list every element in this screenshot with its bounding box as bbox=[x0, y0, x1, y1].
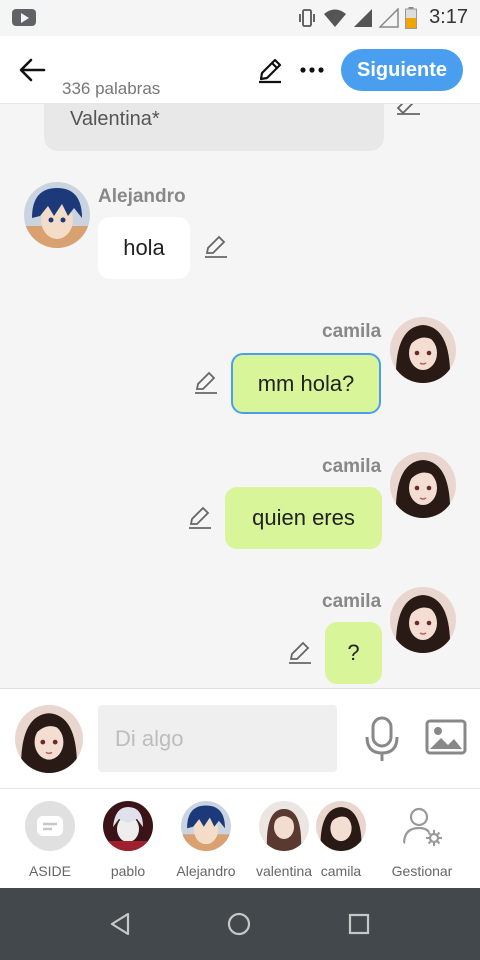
image-icon bbox=[425, 719, 467, 755]
edit-message-icon[interactable] bbox=[193, 370, 219, 396]
message-text: quien eres bbox=[252, 505, 355, 530]
back-button[interactable] bbox=[14, 52, 50, 88]
alejandro-avatar bbox=[181, 801, 231, 851]
sender-name: camila bbox=[322, 591, 382, 612]
chat-area[interactable]: Valentina* Alejandro hola camila mm hola… bbox=[0, 104, 480, 688]
camila-portrait bbox=[390, 452, 456, 518]
manage-label: Gestionar bbox=[391, 863, 453, 879]
camila-portrait bbox=[390, 317, 456, 383]
pencil-icon bbox=[259, 58, 282, 84]
edit-message-icon[interactable] bbox=[287, 640, 313, 666]
camila-avatar[interactable] bbox=[390, 452, 456, 518]
sender-name: camila bbox=[322, 456, 382, 477]
camila-portrait bbox=[390, 587, 456, 653]
microphone-icon bbox=[365, 716, 399, 761]
character-aside[interactable]: ASIDE bbox=[14, 801, 86, 879]
edit-message-icon[interactable] bbox=[187, 505, 213, 531]
sender-name: camila bbox=[322, 321, 382, 342]
nav-recents-button[interactable] bbox=[343, 908, 375, 940]
more-options-button[interactable] bbox=[294, 52, 330, 88]
character-name: Alejandro bbox=[176, 863, 236, 879]
camila-avatar[interactable] bbox=[390, 587, 456, 653]
previous-message-bubble[interactable]: Valentina* bbox=[44, 104, 384, 151]
vibrate-icon bbox=[299, 8, 315, 27]
voice-button[interactable] bbox=[362, 715, 402, 763]
editor-header: 336 palabras Siguiente bbox=[0, 36, 480, 104]
back-arrow-icon bbox=[19, 58, 46, 82]
previous-message-text: Valentina* bbox=[70, 108, 160, 130]
signal-empty-icon bbox=[379, 7, 399, 28]
character-alejandro[interactable]: Alejandro bbox=[170, 801, 242, 879]
wifi-icon bbox=[324, 9, 347, 27]
next-button[interactable]: Siguiente bbox=[341, 49, 463, 91]
android-nav-bar bbox=[0, 888, 480, 960]
character-name: pablo bbox=[110, 863, 146, 879]
message-input[interactable] bbox=[98, 705, 337, 772]
character-bar: ASIDE pablo Alejandro valentina camila G… bbox=[0, 788, 480, 888]
edit-message-icon[interactable] bbox=[203, 234, 229, 260]
circle-home-icon bbox=[227, 912, 251, 936]
active-character-avatar[interactable] bbox=[15, 705, 83, 773]
message-bubble[interactable]: quien eres bbox=[225, 487, 382, 549]
character-name: valentina bbox=[255, 863, 313, 879]
status-bar: 3:17 bbox=[0, 0, 480, 36]
message-text: mm hola? bbox=[257, 370, 355, 396]
alejandro-avatar[interactable] bbox=[24, 182, 90, 248]
message-bubble[interactable]: hola bbox=[98, 217, 190, 279]
nav-home-button[interactable] bbox=[223, 908, 255, 940]
character-pablo[interactable]: pablo bbox=[92, 801, 164, 879]
camila-avatar[interactable] bbox=[390, 317, 456, 383]
camila-avatar bbox=[316, 801, 366, 851]
character-name: camila bbox=[320, 863, 362, 879]
valentina-avatar bbox=[259, 801, 309, 851]
manage-characters-button[interactable]: Gestionar bbox=[384, 801, 460, 879]
status-time: 3:17 bbox=[429, 6, 468, 28]
nav-back-button[interactable] bbox=[104, 908, 136, 940]
edit-message-icon[interactable] bbox=[396, 104, 422, 116]
message-bubble-selected[interactable]: mm hola? bbox=[231, 353, 381, 414]
battery-icon bbox=[405, 6, 418, 29]
more-dots-icon bbox=[300, 67, 324, 73]
square-recents-icon bbox=[348, 913, 370, 935]
manage-person-gear-icon bbox=[397, 801, 447, 851]
word-count: 336 palabras bbox=[62, 79, 161, 98]
character-valentina[interactable]: valentina bbox=[248, 801, 320, 879]
sender-name: Alejandro bbox=[98, 186, 186, 207]
image-button[interactable] bbox=[425, 719, 467, 755]
pablo-avatar bbox=[103, 801, 153, 851]
message-input-bar bbox=[0, 688, 480, 788]
message-text: hola bbox=[123, 235, 165, 260]
edit-button[interactable] bbox=[252, 52, 288, 88]
youtube-notification-icon bbox=[12, 9, 36, 26]
character-name: ASIDE bbox=[28, 863, 71, 879]
character-camila[interactable]: camila bbox=[316, 801, 366, 879]
camila-portrait bbox=[15, 705, 83, 773]
message-text: ? bbox=[347, 640, 360, 665]
message-bubble[interactable]: ? bbox=[325, 622, 382, 684]
alejandro-portrait bbox=[24, 182, 90, 248]
triangle-back-icon bbox=[110, 912, 130, 936]
aside-icon bbox=[25, 801, 75, 851]
signal-icon bbox=[354, 8, 373, 27]
